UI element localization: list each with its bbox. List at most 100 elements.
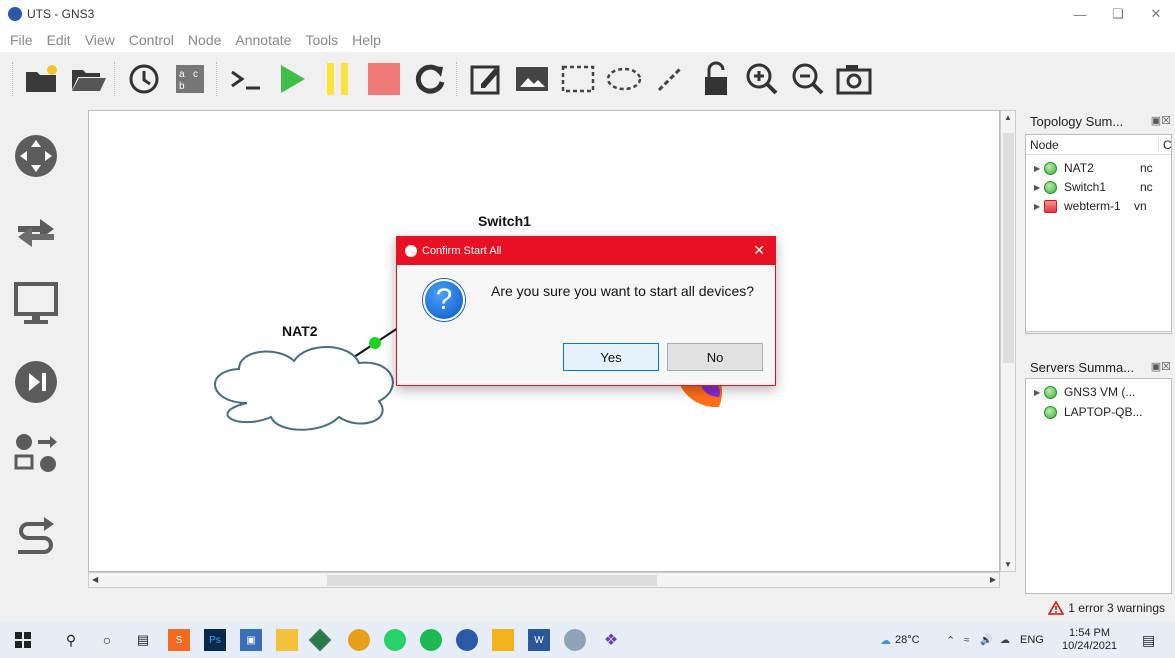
tray-up-arrow-icon[interactable]: ⌃ [946,622,955,658]
add-note-icon[interactable] [466,59,506,99]
network-app-icon[interactable] [564,629,586,651]
file-explorer-icon[interactable] [276,629,298,651]
screenshot-icon[interactable] [834,59,874,99]
menu-edit[interactable]: Edit [47,32,71,48]
chrome-icon[interactable] [348,629,370,651]
topology-summary-title: Topology Sum... [1030,114,1124,129]
virtualbox-icon[interactable]: ❖ [600,629,622,651]
column-console[interactable]: Co [1158,138,1171,152]
start-all-icon[interactable] [272,59,312,99]
topology-row-webterm[interactable]: ▶ webterm-1 vn [1026,197,1171,215]
minimize-button[interactable]: — [1061,0,1099,28]
question-icon: ? [423,279,465,321]
scroll-left-icon[interactable]: ◀ [92,575,98,584]
notifications-icon[interactable]: ▤ [1142,622,1155,658]
server-row-gns3vm[interactable]: ▶ GNS3 VM (... [1026,383,1171,401]
microsoft-store-icon[interactable]: ▣ [240,629,262,651]
server-row-laptop[interactable]: LAPTOP-QB... [1026,403,1171,421]
task-view-icon[interactable]: ▤ [132,629,154,651]
vertical-scroll-thumb[interactable] [1003,133,1014,363]
menu-tools[interactable]: Tools [305,32,338,48]
volume-icon[interactable]: 🔊 [980,622,992,658]
lock-unlock-icon[interactable] [696,59,736,99]
show-interface-labels-icon[interactable]: acb [170,59,210,99]
expand-caret-icon[interactable]: ▶ [1034,202,1044,211]
reload-all-icon[interactable] [410,59,450,99]
wifi-icon[interactable]: ≈ [964,622,970,658]
menu-view[interactable]: View [85,32,115,48]
suspend-all-icon[interactable] [318,59,358,99]
topology-row-nat2[interactable]: ▶ NAT2 nc [1026,159,1171,177]
error-warning-count[interactable]: 1 error 3 warnings [1068,601,1165,615]
photoshop-icon[interactable]: Ps [204,629,226,651]
nat2-label[interactable]: NAT2 [282,323,318,339]
language-indicator[interactable]: ENG [1020,622,1044,658]
cloud-icon: ☁ [880,634,891,647]
title-bar: UTS - GNS3 — ❏ ✕ [0,0,1175,28]
console-all-icon[interactable] [226,59,266,99]
gns3-taskbar-icon[interactable] [456,629,478,651]
open-project-icon[interactable] [22,59,62,99]
all-devices-icon[interactable] [14,432,58,476]
search-icon[interactable]: ⚲ [60,629,82,651]
expand-caret-icon[interactable]: ▶ [1034,164,1044,173]
topology-panel-float-close-icons[interactable]: ▣☒ [1151,114,1171,127]
insert-picture-icon[interactable] [512,59,552,99]
topology-row-switch1[interactable]: ▶ Switch1 nc [1026,178,1171,196]
close-window-button[interactable]: ✕ [1137,0,1175,28]
clock[interactable]: 1:54 PM 10/24/2021 [1062,622,1117,658]
expand-caret-icon[interactable]: ▶ [1034,183,1044,192]
switches-icon[interactable] [14,208,58,252]
canvas-vertical-scrollbar[interactable]: ▲ ▼ [1000,110,1016,572]
spotify-icon[interactable] [420,629,442,651]
column-node[interactable]: Node [1030,138,1059,152]
add-link-icon[interactable] [14,514,58,558]
scroll-left-icon[interactable]: ◀ [1029,332,1035,333]
routers-icon[interactable] [14,134,58,178]
canvas-horizontal-scrollbar[interactable]: ◀ ▶ [88,572,1000,588]
weather-widget[interactable]: ☁ 28°C [880,622,920,658]
horizontal-scroll-thumb[interactable] [327,575,657,586]
python-idle-icon[interactable] [492,629,514,651]
scroll-right-icon[interactable]: ▶ [1164,332,1170,333]
onedrive-icon[interactable]: ☁ [1000,622,1010,658]
windows-start-icon[interactable] [12,629,34,651]
cortana-icon[interactable]: ○ [96,629,118,651]
maximize-button[interactable]: ❏ [1099,0,1137,28]
security-devices-icon[interactable] [14,360,58,404]
scroll-down-icon[interactable]: ▼ [1004,560,1012,569]
open-folder-icon[interactable] [68,59,108,99]
scroll-up-icon[interactable]: ▲ [1004,113,1012,122]
nat-cloud-icon[interactable] [214,346,394,431]
stop-all-icon[interactable] [364,59,404,99]
zoom-in-icon[interactable] [742,59,782,99]
svg-text:a: a [179,69,185,80]
draw-rectangle-icon[interactable] [558,59,598,99]
warning-icon [1048,601,1065,615]
switch1-label[interactable]: Switch1 [478,213,531,229]
sublime-text-icon[interactable]: S [168,629,190,651]
toolbar-separator [456,62,462,96]
toolbar-separator [216,62,222,96]
menu-file[interactable]: File [10,32,33,48]
menu-annotate[interactable]: Annotate [235,32,291,48]
menu-control[interactable]: Control [129,32,174,48]
menu-help[interactable]: Help [352,32,381,48]
toolbar-grip [12,62,18,96]
topology-horizontal-scrollbar[interactable]: ◀ ▶ [1026,331,1171,333]
draw-ellipse-icon[interactable] [604,59,644,99]
git-app-icon[interactable] [308,628,332,652]
servers-panel-float-close-icons[interactable]: ▣☒ [1151,360,1171,373]
no-button[interactable]: No [667,343,763,371]
draw-line-icon[interactable] [650,59,690,99]
yes-button[interactable]: Yes [563,343,659,371]
snapshot-clock-icon[interactable] [124,59,164,99]
menu-node[interactable]: Node [188,32,221,48]
zoom-out-icon[interactable] [788,59,828,99]
scroll-right-icon[interactable]: ▶ [990,575,996,584]
dialog-close-icon[interactable]: ✕ [753,242,765,259]
word-icon[interactable]: W [528,629,550,651]
expand-caret-icon[interactable]: ▶ [1034,388,1044,397]
end-devices-icon[interactable] [14,282,58,326]
whatsapp-icon[interactable] [384,629,406,651]
